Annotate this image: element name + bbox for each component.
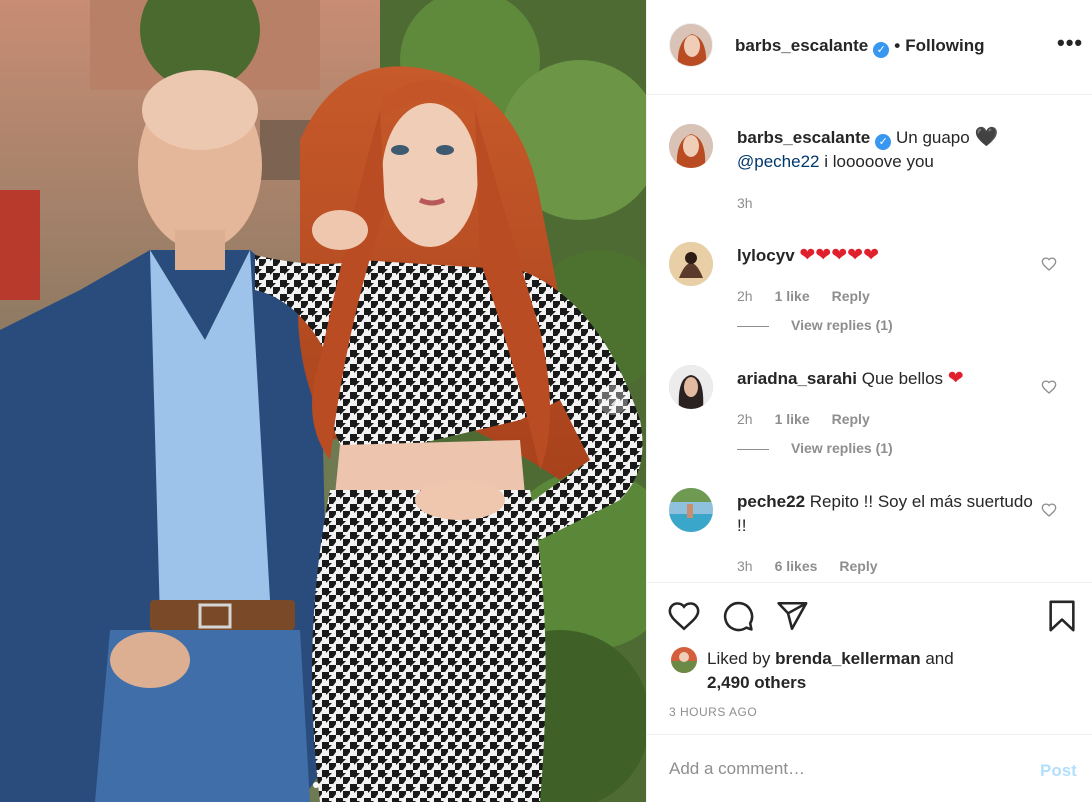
comment-likes[interactable]: 6 likes <box>775 558 818 574</box>
view-replies-label: View replies (1) <box>791 440 893 456</box>
comment-likes[interactable]: 1 like <box>775 288 810 304</box>
caption-body: Un guapo <box>895 128 970 147</box>
carousel-dot <box>313 782 319 788</box>
comment-icon[interactable] <box>721 599 755 633</box>
share-icon[interactable] <box>775 599 809 633</box>
caption-text: barbs_escalante ✓ Un guapo 🖤 @peche22 i l… <box>737 126 1037 174</box>
comment-text: ariadna_sarahi Que bellos ❤ <box>737 367 1037 391</box>
comment-time[interactable]: 3h <box>737 558 753 574</box>
caption-meta: 3h <box>737 195 775 211</box>
header-separator: • <box>894 36 901 55</box>
view-replies-button[interactable]: View replies (1) <box>737 440 893 456</box>
comment-avatar[interactable] <box>669 365 713 409</box>
verified-badge-icon: ✓ <box>873 42 890 58</box>
like-comment-heart-icon[interactable] <box>1041 256 1057 272</box>
post-photo-illustration <box>0 0 646 802</box>
caption-mention-link[interactable]: @peche22 <box>737 152 820 171</box>
caption-body-2: i looooove you <box>824 152 934 171</box>
comment-reply-button[interactable]: Reply <box>839 558 877 574</box>
comment-reply-button[interactable]: Reply <box>832 411 870 427</box>
comment-meta: 2h 1 like Reply <box>737 288 892 304</box>
comment-time[interactable]: 2h <box>737 288 753 304</box>
comment-text: lylocyv ❤❤❤❤❤ <box>737 244 1037 268</box>
view-replies-button[interactable]: View replies (1) <box>737 317 893 333</box>
red-hearts-emoji: ❤❤❤❤❤ <box>799 245 879 266</box>
post-timestamp[interactable]: 3 HOURS AGO <box>669 705 757 719</box>
author-username[interactable]: barbs_escalante <box>735 36 868 55</box>
liked-by-avatar[interactable] <box>671 647 697 673</box>
following-button[interactable]: Following <box>905 36 984 55</box>
carousel-next-button[interactable] <box>598 385 628 415</box>
caption-avatar[interactable] <box>669 124 713 168</box>
black-heart-emoji: 🖤 <box>974 127 999 148</box>
post-comment-button[interactable]: Post <box>1040 761 1077 781</box>
replies-divider <box>737 325 769 327</box>
comment-body: Que bellos <box>861 369 944 388</box>
verified-badge-icon: ✓ <box>875 134 892 150</box>
post-actions: Liked by brenda_kellerman and 2,490 othe… <box>647 582 1092 734</box>
caption-time[interactable]: 3h <box>737 195 753 211</box>
comment-username[interactable]: lylocyv <box>737 246 795 265</box>
caption-username[interactable]: barbs_escalante <box>737 128 870 147</box>
liked-by-others[interactable]: 2,490 others <box>707 673 806 692</box>
add-comment-input[interactable] <box>669 759 1009 779</box>
comment-avatar[interactable] <box>669 488 713 532</box>
comment-text: peche22 Repito !! Soy el más suertudo !! <box>737 490 1037 538</box>
comment-meta: 2h 1 like Reply <box>737 411 892 427</box>
comment-username[interactable]: peche22 <box>737 492 805 511</box>
post-photo[interactable] <box>0 0 646 802</box>
post-side-panel: barbs_escalante ✓ • Following ••• barbs_esc… <box>646 0 1092 802</box>
like-comment-heart-icon[interactable] <box>1041 502 1057 518</box>
comment-time[interactable]: 2h <box>737 411 753 427</box>
like-comment-heart-icon[interactable] <box>1041 379 1057 395</box>
comment-username[interactable]: ariadna_sarahi <box>737 369 857 388</box>
heart-icon[interactable] <box>667 599 701 633</box>
red-heart-emoji: ❤ <box>947 368 964 389</box>
comment-avatar[interactable] <box>669 242 713 286</box>
liked-by-and: and <box>925 649 954 668</box>
post-header: barbs_escalante ✓ • Following ••• <box>647 0 1092 95</box>
comment-reply-button[interactable]: Reply <box>832 288 870 304</box>
liked-by-user[interactable]: brenda_kellerman <box>775 649 921 668</box>
comments-list[interactable]: barbs_escalante ✓ Un guapo 🖤 @peche22 i l… <box>647 96 1092 582</box>
comment-meta: 3h 6 likes Reply <box>737 558 900 574</box>
liked-by-prefix: Liked by <box>707 649 771 668</box>
view-replies-label: View replies (1) <box>791 317 893 333</box>
comment-likes[interactable]: 1 like <box>775 411 810 427</box>
add-comment-bar: Post <box>647 734 1092 802</box>
author-avatar[interactable] <box>669 23 713 67</box>
bookmark-icon[interactable] <box>1045 599 1079 633</box>
more-options-icon[interactable]: ••• <box>1057 32 1083 54</box>
liked-by-text: Liked by brenda_kellerman and 2,490 othe… <box>707 647 954 695</box>
replies-divider <box>737 448 769 450</box>
